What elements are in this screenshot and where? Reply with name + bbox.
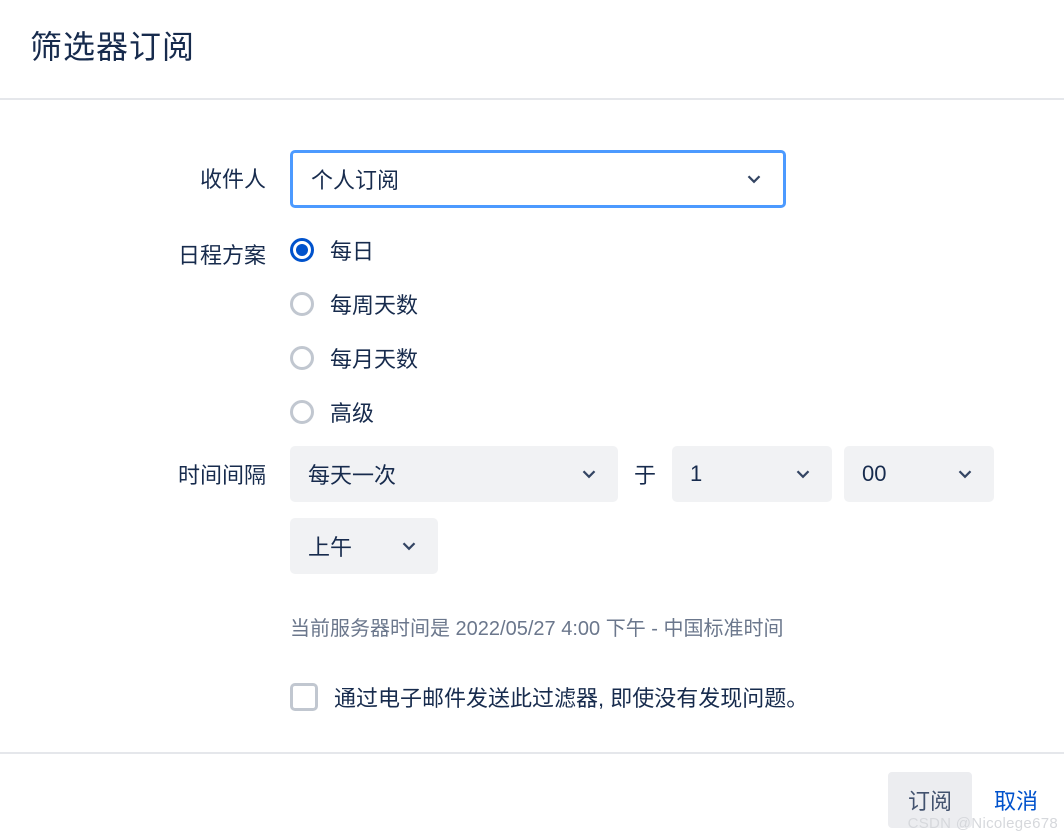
recipient-select[interactable]: 个人订阅 — [290, 150, 786, 208]
chevron-down-icon — [792, 463, 814, 485]
interval-row: 时间间隔 每天一次 于 1 00 — [0, 446, 1064, 713]
radio-label: 每月天数 — [330, 342, 418, 374]
minute-select[interactable]: 00 — [844, 446, 994, 502]
schedule-row: 日程方案 每日 每周天数 每月天数 高级 — [0, 226, 1064, 428]
radio-label: 每日 — [330, 234, 374, 266]
recipient-row: 收件人 个人订阅 — [0, 150, 1064, 208]
radio-label: 每周天数 — [330, 288, 418, 320]
radio-icon — [290, 238, 314, 262]
schedule-option-advanced[interactable]: 高级 — [290, 396, 418, 428]
dialog-header: 筛选器订阅 — [0, 0, 1064, 100]
checkbox-icon[interactable] — [290, 683, 318, 711]
form-area: 收件人 个人订阅 日程方案 每日 每周天数 每月天 — [0, 100, 1064, 713]
recipient-label: 收件人 — [0, 150, 290, 194]
page-title: 筛选器订阅 — [30, 22, 1034, 68]
chevron-down-icon — [578, 463, 600, 485]
minute-value: 00 — [862, 461, 886, 487]
radio-icon — [290, 292, 314, 316]
schedule-label: 日程方案 — [0, 226, 290, 270]
schedule-option-monthly[interactable]: 每月天数 — [290, 342, 418, 374]
radio-label: 高级 — [330, 396, 374, 428]
radio-icon — [290, 400, 314, 424]
interval-label: 时间间隔 — [0, 446, 290, 490]
hour-select[interactable]: 1 — [672, 446, 832, 502]
schedule-option-weekly[interactable]: 每周天数 — [290, 288, 418, 320]
frequency-value: 每天一次 — [308, 458, 396, 490]
chevron-down-icon — [954, 463, 976, 485]
watermark-text: CSDN @Nicolege678 — [908, 815, 1058, 832]
schedule-radio-group: 每日 每周天数 每月天数 高级 — [290, 226, 418, 428]
ampm-select[interactable]: 上午 — [290, 518, 438, 574]
chevron-down-icon — [743, 168, 765, 190]
radio-icon — [290, 346, 314, 370]
schedule-option-daily[interactable]: 每日 — [290, 234, 418, 266]
email-checkbox-row[interactable]: 通过电子邮件发送此过滤器, 即使没有发现问题。 — [290, 667, 994, 713]
ampm-value: 上午 — [308, 530, 352, 562]
frequency-select[interactable]: 每天一次 — [290, 446, 618, 502]
chevron-down-icon — [398, 535, 420, 557]
checkbox-label: 通过电子邮件发送此过滤器, 即使没有发现问题。 — [334, 681, 808, 713]
recipient-value: 个人订阅 — [311, 163, 399, 195]
server-time-text: 当前服务器时间是 2022/05/27 4:00 下午 - 中国标准时间 — [290, 590, 994, 651]
at-word: 于 — [630, 458, 660, 490]
dialog-footer: 订阅 取消 — [0, 752, 1064, 828]
hour-value: 1 — [690, 461, 702, 487]
